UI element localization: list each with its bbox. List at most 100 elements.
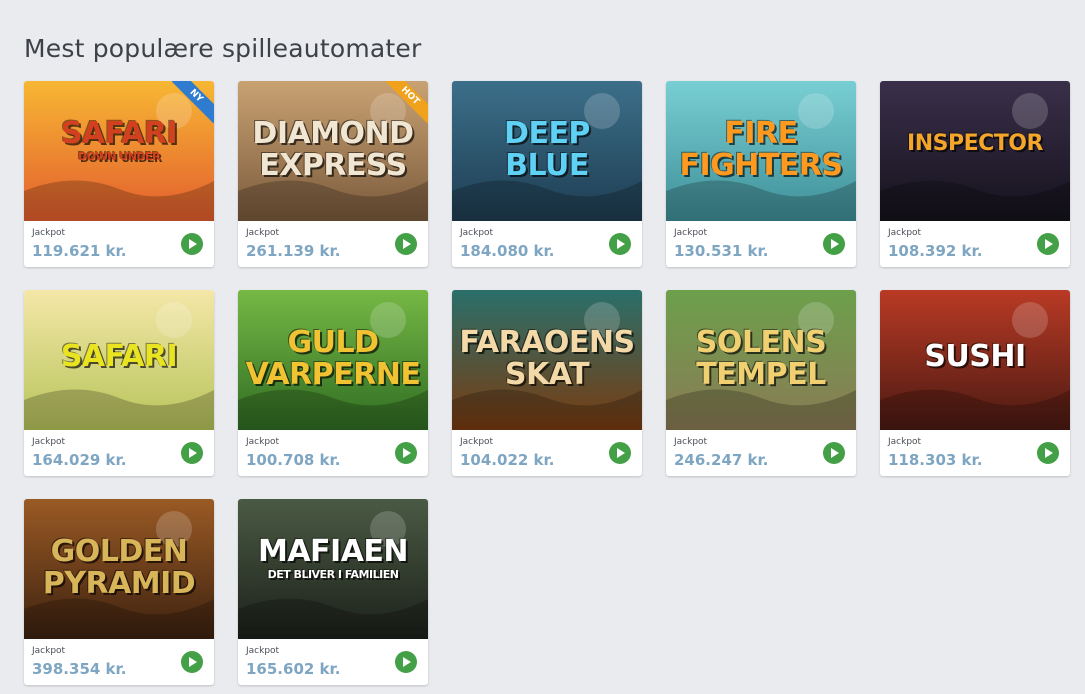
game-logo-text: BLUE — [505, 148, 589, 183]
artwork-ground — [238, 598, 428, 639]
game-logo-text: SKAT — [504, 357, 590, 392]
play-icon[interactable] — [181, 442, 203, 464]
jackpot-label: Jackpot — [674, 437, 708, 447]
game-card[interactable]: SAFARI DOWN UNDER NY Jackpot 119.621 kr. — [24, 81, 214, 267]
game-info: Jackpot 100.708 kr. — [238, 430, 428, 476]
artwork-light — [156, 302, 192, 338]
game-logo-text: DEEP — [504, 116, 590, 151]
game-card[interactable]: INSPECTOR Jackpot 108.392 kr. — [880, 81, 1070, 267]
game-info: Jackpot 104.022 kr. — [452, 430, 642, 476]
game-thumbnail[interactable]: SUSHI — [880, 290, 1070, 430]
game-info: Jackpot 118.303 kr. — [880, 430, 1070, 476]
play-icon[interactable] — [395, 233, 417, 255]
play-icon[interactable] — [823, 442, 845, 464]
play-icon[interactable] — [395, 442, 417, 464]
jackpot-amount: 184.080 kr. — [460, 242, 555, 260]
game-card[interactable]: FARAOENS SKAT Jackpot 104.022 kr. — [452, 290, 642, 476]
artwork-ground — [24, 598, 214, 639]
artwork-ground — [238, 180, 428, 221]
game-thumbnail[interactable]: FARAOENS SKAT — [452, 290, 642, 430]
jackpot-amount: 246.247 kr. — [674, 451, 769, 469]
artwork-light — [1012, 302, 1048, 338]
game-card[interactable]: SOLENS TEMPEL Jackpot 246.247 kr. — [666, 290, 856, 476]
badge-label: HOT — [386, 81, 428, 123]
game-card[interactable]: FIRE FIGHTERS Jackpot 130.531 kr. — [666, 81, 856, 267]
game-logo-text: VARPERNE — [245, 357, 421, 392]
game-logo-text: DET BLIVER I FAMILIEN — [267, 568, 399, 581]
game-card[interactable]: GULD VARPERNE Jackpot 100.708 kr. — [238, 290, 428, 476]
game-card[interactable]: SAFARI Jackpot 164.029 kr. — [24, 290, 214, 476]
jackpot-amount: 398.354 kr. — [32, 660, 127, 678]
game-logo-text: GULD — [287, 325, 379, 360]
game-logo-text: SAFARI — [60, 339, 178, 374]
game-logo-text: FIGHTERS — [679, 148, 843, 183]
play-icon[interactable] — [609, 442, 631, 464]
artwork-ground — [452, 180, 642, 221]
game-thumbnail[interactable]: MAFIAEN DET BLIVER I FAMILIEN — [238, 499, 428, 639]
jackpot-label: Jackpot — [246, 646, 280, 656]
jackpot-label: Jackpot — [32, 646, 66, 656]
game-thumbnail[interactable]: GOLDEN PYRAMID — [24, 499, 214, 639]
badge-ribbon: NY — [172, 81, 214, 123]
artwork-ground — [238, 389, 428, 430]
game-thumbnail[interactable]: SAFARI — [24, 290, 214, 430]
artwork-ground — [24, 180, 214, 221]
jackpot-amount: 119.621 kr. — [32, 242, 127, 260]
game-info: Jackpot 165.602 kr. — [238, 639, 428, 685]
game-info: Jackpot 164.029 kr. — [24, 430, 214, 476]
jackpot-amount: 100.708 kr. — [246, 451, 341, 469]
jackpot-label: Jackpot — [888, 437, 922, 447]
artwork-ground — [452, 389, 642, 430]
game-card[interactable]: DIAMOND EXPRESS HOT Jackpot 261.139 kr. — [238, 81, 428, 267]
play-icon[interactable] — [1037, 442, 1059, 464]
game-card[interactable]: SUSHI Jackpot 118.303 kr. — [880, 290, 1070, 476]
jackpot-amount: 118.303 kr. — [888, 451, 983, 469]
jackpot-label: Jackpot — [460, 437, 494, 447]
game-info: Jackpot 119.621 kr. — [24, 221, 214, 267]
game-info: Jackpot 398.354 kr. — [24, 639, 214, 685]
game-thumbnail[interactable]: SOLENS TEMPEL — [666, 290, 856, 430]
play-icon[interactable] — [181, 651, 203, 673]
game-info: Jackpot 184.080 kr. — [452, 221, 642, 267]
artwork-light — [1012, 93, 1048, 129]
play-icon[interactable] — [181, 233, 203, 255]
game-logo-text: PYRAMID — [42, 566, 196, 601]
game-logo-text: TEMPEL — [696, 357, 826, 392]
jackpot-label: Jackpot — [460, 228, 494, 238]
play-icon[interactable] — [395, 651, 417, 673]
artwork-ground — [666, 180, 856, 221]
game-logo-text: EXPRESS — [259, 148, 407, 183]
artwork-ground — [880, 180, 1070, 221]
game-logo-text: SAFARI — [60, 116, 178, 151]
game-thumbnail[interactable]: INSPECTOR — [880, 81, 1070, 221]
game-thumbnail[interactable]: DIAMOND EXPRESS HOT — [238, 81, 428, 221]
jackpot-label: Jackpot — [32, 228, 66, 238]
game-thumbnail[interactable]: GULD VARPERNE — [238, 290, 428, 430]
jackpot-amount: 104.022 kr. — [460, 451, 555, 469]
jackpot-amount: 130.531 kr. — [674, 242, 769, 260]
jackpot-amount: 108.392 kr. — [888, 242, 983, 260]
jackpot-label: Jackpot — [32, 437, 66, 447]
badge-ribbon: HOT — [386, 81, 428, 123]
game-logo-text: SOLENS — [695, 325, 827, 360]
section-title: Mest populære spilleautomater — [24, 34, 422, 63]
play-icon[interactable] — [1037, 233, 1059, 255]
game-thumbnail[interactable]: DEEP BLUE — [452, 81, 642, 221]
game-logo-text: MAFIAEN — [257, 534, 409, 569]
jackpot-label: Jackpot — [674, 228, 708, 238]
jackpot-amount: 164.029 kr. — [32, 451, 127, 469]
play-icon[interactable] — [609, 233, 631, 255]
game-card[interactable]: GOLDEN PYRAMID Jackpot 398.354 kr. — [24, 499, 214, 685]
game-thumbnail[interactable]: SAFARI DOWN UNDER NY — [24, 81, 214, 221]
game-logo-text: GOLDEN — [50, 534, 188, 569]
game-card[interactable]: DEEP BLUE Jackpot 184.080 kr. — [452, 81, 642, 267]
play-icon[interactable] — [823, 233, 845, 255]
game-info: Jackpot 261.139 kr. — [238, 221, 428, 267]
jackpot-amount: 165.602 kr. — [246, 660, 341, 678]
artwork-ground — [666, 389, 856, 430]
game-card[interactable]: MAFIAEN DET BLIVER I FAMILIEN Jackpot 165.6… — [238, 499, 428, 685]
game-thumbnail[interactable]: FIRE FIGHTERS — [666, 81, 856, 221]
artwork-ground — [880, 389, 1070, 430]
badge-label: NY — [172, 81, 214, 123]
game-logo-text: FARAOENS — [459, 325, 635, 360]
